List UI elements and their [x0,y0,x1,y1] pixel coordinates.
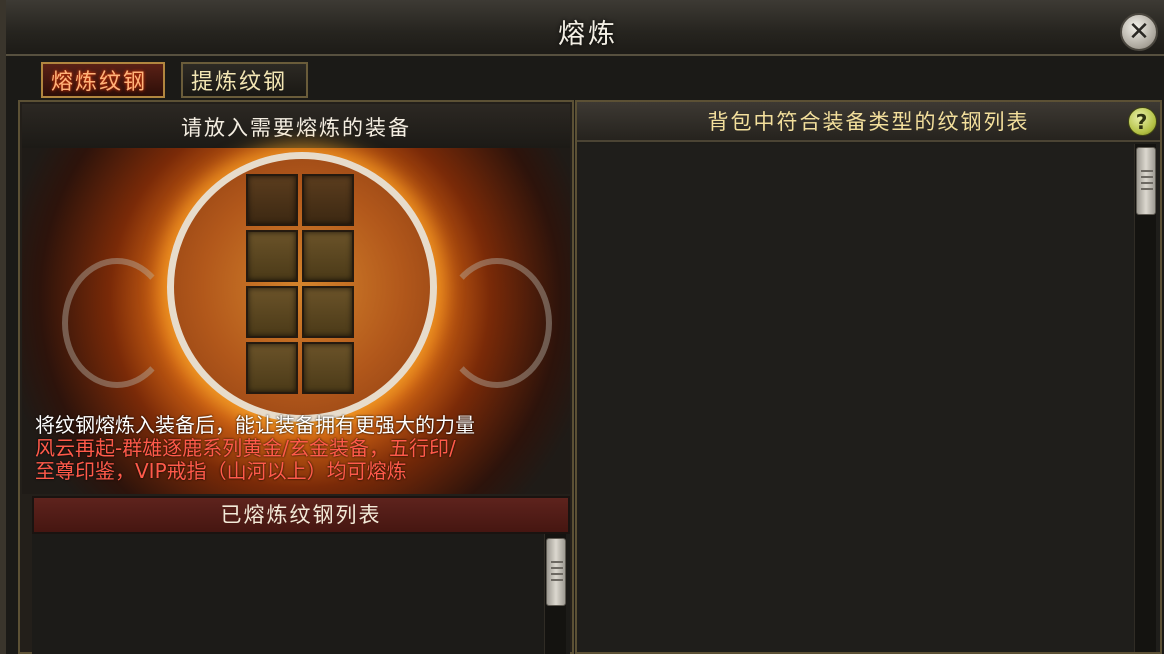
smelted-list-header: 已熔炼纹钢列表 [32,496,570,534]
help-icon[interactable]: ? [1128,107,1157,136]
backpack-list-scrollbar[interactable] [1134,144,1156,652]
equipment-slot[interactable] [302,342,354,394]
equipment-slot[interactable] [246,174,298,226]
forge-ornament-left [62,258,172,388]
desc-line-3: 至尊印鉴，VIP戒指（山河以上）均可熔炼 [35,459,407,483]
backpack-steel-list[interactable] [577,144,1160,652]
backpack-steel-header: 背包中符合装备类型的纹钢列表 ? [577,102,1160,142]
forge-ornament-right [442,258,552,388]
equipment-slot[interactable] [302,286,354,338]
smelted-list-scrollbar[interactable] [544,534,566,654]
tab-refine-steel[interactable]: 提炼纹钢 [181,62,308,98]
scrollbar-thumb[interactable] [1136,147,1156,215]
smelted-list[interactable] [32,534,570,654]
desc-line-1: 将纹钢熔炼入装备后，能让装备拥有更强大的力量 [35,413,475,437]
backpack-steel-panel: 背包中符合装备类型的纹钢列表 ? [575,100,1162,654]
tab-smelt-steel[interactable]: 熔炼纹钢 [41,62,165,98]
equipment-slot[interactable] [302,230,354,282]
close-icon: ✕ [1128,17,1150,47]
close-button[interactable]: ✕ [1120,13,1158,51]
window-title: 熔炼 [558,19,618,50]
equipment-slot[interactable] [246,230,298,282]
scrollbar-thumb[interactable] [546,538,566,606]
equipment-slot[interactable] [246,286,298,338]
equipment-slot-grid [246,174,358,396]
tab-label: 提炼纹钢 [191,70,288,95]
backpack-steel-title: 背包中符合装备类型的纹钢列表 [707,110,1030,134]
smelt-description: 将纹钢熔炼入装备后，能让装备拥有更强大的力量 风云再起-群雄逐鹿系列黄金/玄金装… [22,414,570,483]
equipment-prompt: 请放入需要熔炼的装备 [22,104,570,148]
smelt-panel: 请放入需要熔炼的装备 将纹钢熔炼入装备后，能让装备拥有更强大的力量 风云再起-群… [18,100,574,654]
equipment-slot[interactable] [246,342,298,394]
smelting-window: 熔炼 ✕ 熔炼纹钢 提炼纹钢 请放入需要熔炼的装备 将纹钢熔炼入装备后，能让装备… [0,0,1164,654]
tab-label: 熔炼纹钢 [51,70,148,95]
desc-line-2: 风云再起-群雄逐鹿系列黄金/玄金装备，五行印/ [35,436,456,460]
title-bar[interactable]: 熔炼 ✕ [6,0,1164,56]
equipment-slot[interactable] [302,174,354,226]
